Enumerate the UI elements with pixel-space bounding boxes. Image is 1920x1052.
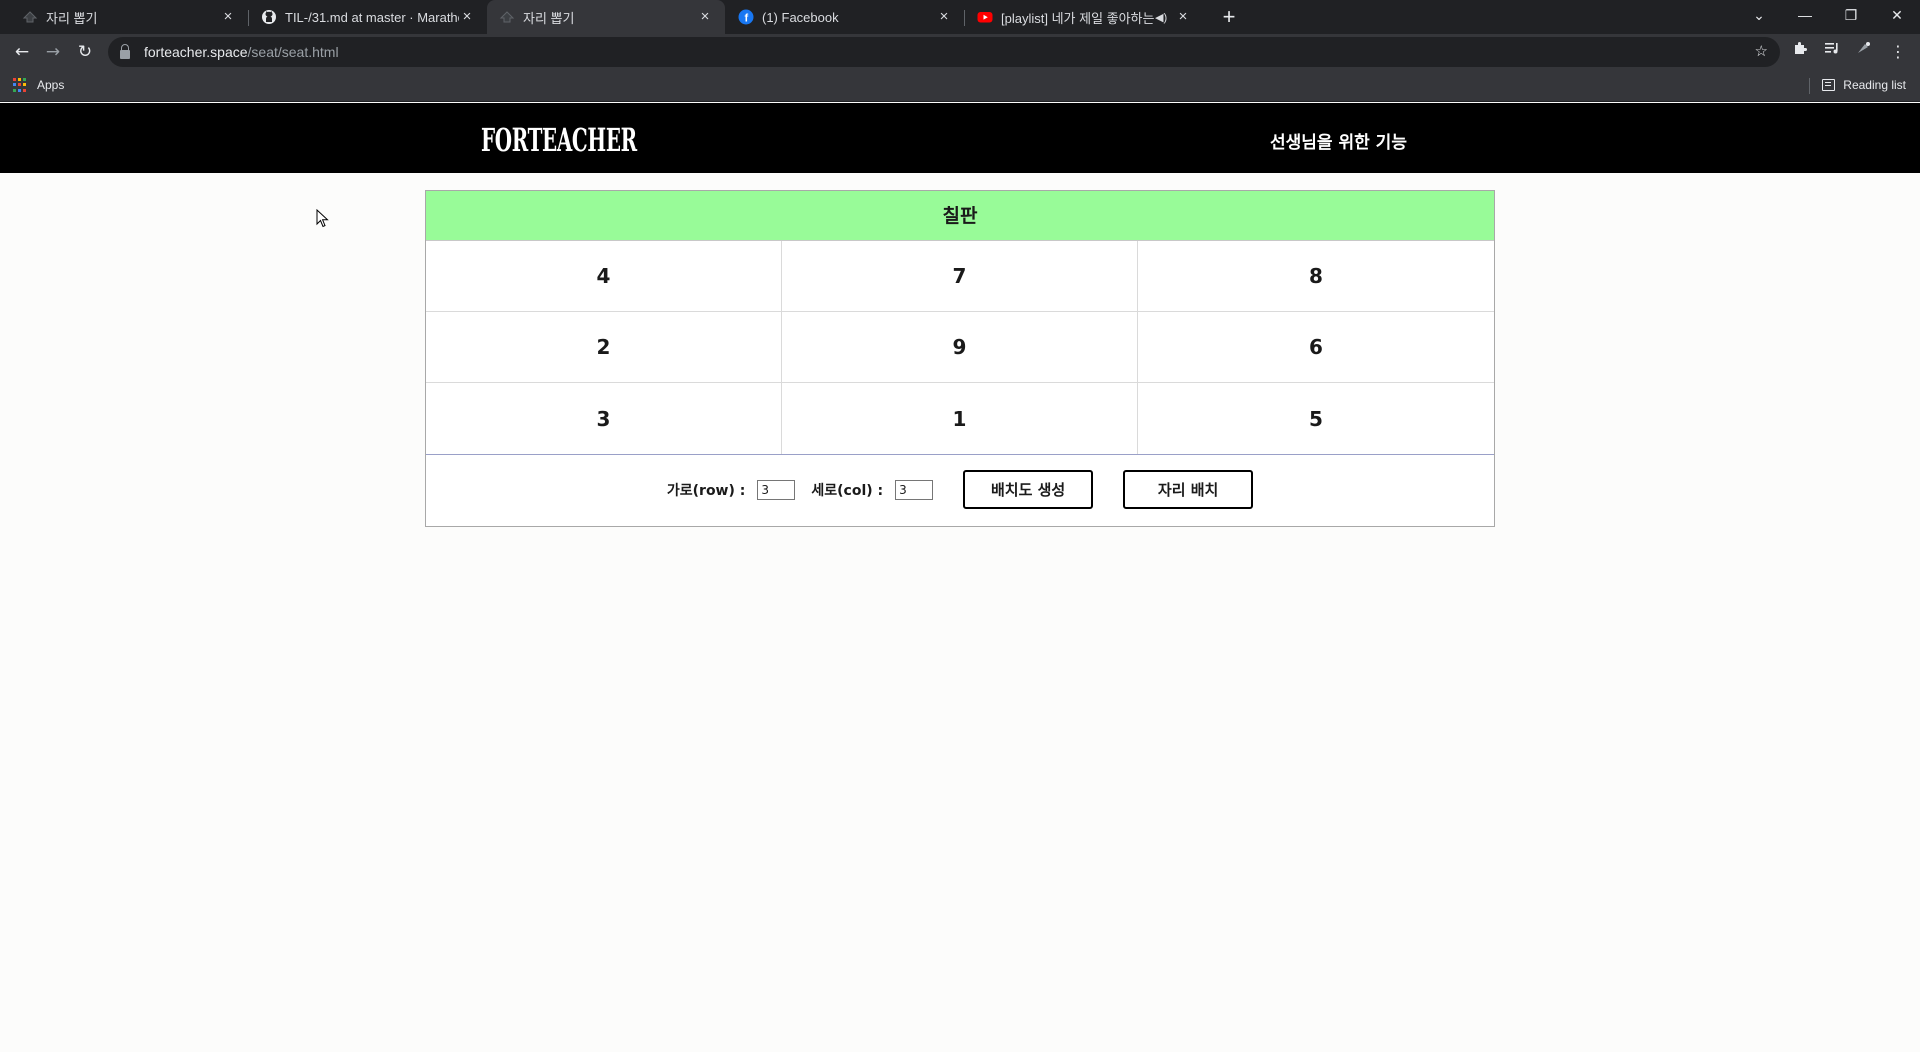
extensions-puzzle-icon[interactable]: [1788, 40, 1812, 64]
svg-text:f: f: [744, 13, 748, 25]
seating-controls: 가로(row) : 세로(col) : 배치도 생성 자리 배치: [426, 455, 1494, 524]
close-icon[interactable]: ×: [220, 9, 236, 25]
col-label: 세로(col) :: [811, 482, 884, 499]
back-arrow-icon[interactable]: ←: [10, 40, 34, 64]
row-input[interactable]: [757, 479, 796, 500]
bookmarks-bar: Apps Reading list: [0, 70, 1920, 102]
tab-strip: 자리 뽑기 × TIL-/31.md at master · Marathon …: [0, 0, 1920, 34]
github-icon: [261, 9, 277, 25]
seat-cell[interactable]: 2: [426, 312, 782, 383]
browser-tab-1[interactable]: 자리 뽑기 ×: [10, 0, 248, 34]
reading-list-label: Reading list: [1843, 78, 1906, 92]
apps-bookmark[interactable]: Apps: [13, 78, 64, 92]
new-tab-button[interactable]: +: [1216, 4, 1242, 30]
col-input[interactable]: [895, 479, 934, 500]
mouse-cursor-icon: [316, 208, 330, 233]
blackboard: 칠판: [426, 191, 1494, 241]
speaker-icon[interactable]: ◀): [1155, 11, 1171, 24]
lock-icon[interactable]: [120, 43, 130, 59]
site-header: FORTEACHER 선생님을 위한 기능: [0, 103, 1920, 173]
reload-icon[interactable]: ↻: [73, 40, 97, 64]
close-icon[interactable]: ×: [459, 9, 475, 25]
profile-extension-icon[interactable]: [1852, 40, 1876, 64]
facebook-icon: f: [738, 9, 754, 25]
tab-title: (1) Facebook: [762, 9, 839, 25]
seat-cell[interactable]: 6: [1138, 312, 1494, 383]
seat-cell[interactable]: 8: [1138, 241, 1494, 312]
reading-list-button[interactable]: Reading list: [1822, 78, 1906, 92]
restore-button[interactable]: ❐: [1828, 0, 1874, 30]
assign-seats-button[interactable]: 자리 배치: [1123, 470, 1254, 509]
close-icon[interactable]: ×: [936, 9, 952, 25]
browser-tab-5[interactable]: [playlist] 네가 제일 좋아하는 ◀) ×: [965, 0, 1203, 34]
bookmark-star-icon[interactable]: ☆: [1755, 42, 1768, 60]
tab-title: 자리 뽑기: [46, 10, 98, 26]
apps-grid-icon: [13, 78, 27, 92]
browser-tab-4[interactable]: f (1) Facebook ×: [726, 0, 964, 34]
forteacher-favicon: [499, 9, 515, 25]
reading-list-icon: [1822, 79, 1836, 91]
seat-cell[interactable]: 9: [782, 312, 1138, 383]
seat-grid: 4 7 8 2 9 6 3 1 5: [426, 241, 1494, 455]
bookmark-divider: [1809, 78, 1810, 94]
seat-cell[interactable]: 3: [426, 383, 782, 454]
browser-tab-2[interactable]: TIL-/31.md at master · Marathon ×: [249, 0, 487, 34]
seat-cell[interactable]: 7: [782, 241, 1138, 312]
seat-cell[interactable]: 4: [426, 241, 782, 312]
minimize-button[interactable]: —: [1782, 0, 1828, 30]
seat-cell[interactable]: 1: [782, 383, 1138, 454]
url-path: /seat/seat.html: [247, 44, 339, 60]
browser-tab-3-active[interactable]: 자리 뽑기 ×: [487, 0, 725, 34]
apps-label: Apps: [37, 78, 65, 92]
tab-title: TIL-/31.md at master · Marathon: [285, 9, 459, 25]
generate-layout-button[interactable]: 배치도 생성: [963, 470, 1094, 509]
browser-toolbar: ← → ↻ forteacher.space/seat/seat.html ☆ …: [0, 34, 1920, 70]
url-host: forteacher.space: [144, 44, 248, 60]
tab-title: 자리 뽑기: [523, 10, 575, 26]
close-icon[interactable]: ×: [1175, 9, 1191, 25]
window-close-button[interactable]: ✕: [1874, 0, 1920, 30]
seat-cell[interactable]: 5: [1138, 383, 1494, 454]
address-bar[interactable]: forteacher.space/seat/seat.html ☆: [108, 37, 1780, 67]
forteacher-favicon: [22, 9, 38, 25]
media-queue-icon[interactable]: [1820, 40, 1844, 64]
site-logo[interactable]: FORTEACHER: [481, 121, 637, 159]
kebab-menu-icon[interactable]: ⋮: [1886, 40, 1910, 64]
row-label: 가로(row) :: [666, 482, 746, 499]
forward-arrow-icon[interactable]: →: [41, 40, 65, 64]
tab-title: [playlist] 네가 제일 좋아하는: [1001, 10, 1155, 26]
close-icon[interactable]: ×: [697, 9, 713, 25]
youtube-icon: [977, 9, 993, 25]
tab-search-chevron-icon[interactable]: ⌄: [1736, 0, 1782, 30]
seating-board: 칠판 4 7 8 2 9 6 3 1 5 가로(row) : 세로(col) :…: [425, 190, 1495, 527]
teacher-features-link[interactable]: 선생님을 위한 기능: [1270, 128, 1407, 153]
